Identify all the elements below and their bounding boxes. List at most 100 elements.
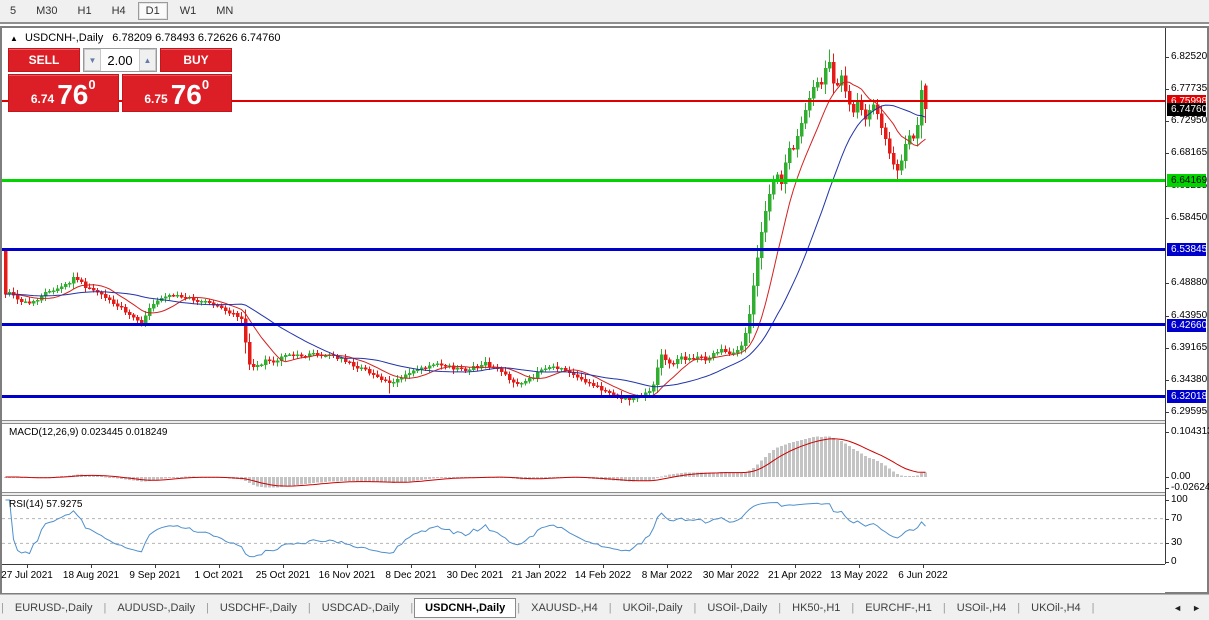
macd-tick-mark bbox=[1166, 488, 1169, 489]
chart-window: 27 Jul 2021 18 Aug 2021 9 Sep 2021 1 Oct 20… bbox=[0, 26, 1209, 594]
date-label: 18 Aug 2021 bbox=[62, 570, 120, 581]
timeframe-w1[interactable]: W1 bbox=[172, 2, 205, 20]
buy-price-big: 76 bbox=[170, 79, 202, 110]
tab-audusd-daily[interactable]: AUDUSD-,Daily bbox=[107, 598, 205, 618]
tab-usdcad-daily[interactable]: USDCAD-,Daily bbox=[312, 598, 410, 618]
collapse-icon[interactable]: ▲ bbox=[10, 34, 18, 43]
price-tick-mark bbox=[1166, 153, 1169, 154]
buy-price-quote[interactable]: 6.75 76 0 bbox=[121, 74, 232, 112]
macd-tick-mark bbox=[1166, 432, 1169, 433]
price-tick-mark bbox=[1166, 348, 1169, 349]
tab-usdcnh-daily[interactable]: USDCNH-,Daily bbox=[414, 597, 517, 618]
date-tick-mark bbox=[539, 565, 540, 568]
price-tick-label: 6.77735 bbox=[1171, 83, 1208, 94]
sell-price-quote[interactable]: 6.74 76 0 bbox=[8, 74, 119, 112]
date-tick-mark bbox=[411, 565, 412, 568]
price-tick-mark bbox=[1166, 412, 1169, 413]
symbol-tabbar: | EURUSD-,Daily | AUDUSD-,Daily | USDCHF-,Dai… bbox=[0, 594, 1209, 620]
tab-xauusd-h4[interactable]: XAUUSD-,H4 bbox=[521, 598, 608, 618]
tab-separator: | bbox=[1091, 601, 1095, 614]
tab-ukoil-daily[interactable]: UKOil-,Daily bbox=[613, 598, 693, 618]
rsi-tick-mark bbox=[1166, 562, 1169, 563]
date-label: 8 Mar 2022 bbox=[641, 570, 693, 581]
time-axis: 27 Jul 2021 18 Aug 2021 9 Sep 2021 1 Oct 20… bbox=[1, 564, 1165, 593]
price-tick-mark bbox=[1166, 89, 1169, 90]
rsi-tick-mark bbox=[1166, 500, 1169, 501]
price-level-tag: 6.64169 bbox=[1167, 174, 1207, 187]
tab-eurusd-daily[interactable]: EURUSD-,Daily bbox=[5, 598, 103, 618]
date-tick-mark bbox=[603, 565, 604, 568]
date-tick-mark bbox=[795, 565, 796, 568]
date-tick-mark bbox=[283, 565, 284, 568]
tab-scroll-right-icon[interactable]: ► bbox=[1192, 603, 1201, 613]
price-level-tag: 6.74760 bbox=[1167, 103, 1207, 116]
price-tick-mark bbox=[1166, 57, 1169, 58]
date-tick-mark bbox=[155, 565, 156, 568]
macd-tick-label: -0.026249 bbox=[1171, 482, 1209, 493]
macd-canvas[interactable] bbox=[2, 424, 1165, 492]
price-tick-mark bbox=[1166, 283, 1169, 284]
date-label: 21 Apr 2022 bbox=[768, 570, 822, 581]
date-label: 16 Nov 2021 bbox=[318, 570, 376, 581]
macd-indicator-label: MACD(12,26,9) 0.023445 0.018249 bbox=[9, 427, 168, 438]
date-label: 21 Jan 2022 bbox=[511, 570, 567, 581]
timeframe-m30[interactable]: M30 bbox=[28, 2, 65, 20]
buy-price-small: 6.75 bbox=[144, 92, 168, 106]
macd-tick-label: 0.00 bbox=[1171, 471, 1191, 482]
price-tick-mark bbox=[1166, 121, 1169, 122]
price-tick-label: 6.29595 bbox=[1171, 406, 1208, 417]
date-label: 13 May 2022 bbox=[830, 570, 888, 581]
timeframe-h4[interactable]: H4 bbox=[104, 2, 134, 20]
sell-price-small: 6.74 bbox=[30, 92, 55, 106]
price-level-tag: 6.42660 bbox=[1167, 319, 1207, 332]
date-tick-mark bbox=[859, 565, 860, 568]
tab-usoil-h4[interactable]: USOil-,H4 bbox=[947, 598, 1017, 618]
tab-hk50-h1[interactable]: HK50-,H1 bbox=[782, 598, 850, 618]
volume-increase-icon[interactable]: ▲ bbox=[139, 49, 156, 71]
price-tick-label: 6.48880 bbox=[1171, 277, 1208, 288]
date-label: 30 Dec 2021 bbox=[446, 570, 504, 581]
tab-scroll-left-icon[interactable]: ◄ bbox=[1173, 603, 1182, 613]
timeframe-toolbar: 5 M30 H1 H4 D1 W1 MN bbox=[0, 0, 1209, 24]
tab-scroll-arrows: ◄ ► bbox=[1173, 603, 1209, 613]
date-label: 27 Jul 2021 bbox=[1, 570, 53, 581]
date-tick-mark bbox=[923, 565, 924, 568]
timeframe-mn[interactable]: MN bbox=[208, 2, 241, 20]
price-level-tag: 6.53845 bbox=[1167, 243, 1207, 256]
buy-button[interactable]: BUY bbox=[160, 48, 232, 72]
rsi-tick-label: 100 bbox=[1171, 494, 1188, 505]
rsi-tick-mark bbox=[1166, 519, 1169, 520]
price-axis: 6.825206.777356.729506.681656.632356.584… bbox=[1165, 28, 1209, 567]
trading-terminal: { "toolbar": { "timeframes": [ {"label":… bbox=[0, 0, 1209, 620]
timeframe-d1[interactable]: D1 bbox=[137, 2, 168, 20]
chart-symbol-label: USDCNH-,Daily bbox=[24, 32, 104, 44]
price-tick-mark bbox=[1166, 316, 1169, 317]
date-tick-mark bbox=[731, 565, 732, 568]
date-label: 9 Sep 2021 bbox=[129, 570, 181, 581]
price-tick-label: 6.68165 bbox=[1171, 147, 1208, 158]
volume-decrease-icon[interactable]: ▼ bbox=[84, 49, 101, 71]
price-level-tag: 6.32018 bbox=[1167, 390, 1207, 403]
rsi-tick-label: 70 bbox=[1171, 513, 1183, 524]
price-tick-label: 6.82520 bbox=[1171, 51, 1208, 62]
tab-eurchf-h1[interactable]: EURCHF-,H1 bbox=[855, 598, 942, 618]
tab-ukoil-h4[interactable]: UKOil-,H4 bbox=[1021, 598, 1091, 618]
volume-value[interactable]: 2.00 bbox=[101, 49, 139, 71]
price-tick-label: 6.34380 bbox=[1171, 374, 1208, 385]
one-click-trade-panel: SELL ▼ 2.00 ▲ BUY 6.74 76 0 6.75 76 0 bbox=[8, 48, 232, 112]
price-tick-mark bbox=[1166, 218, 1169, 219]
tab-usoil-daily[interactable]: USOil-,Daily bbox=[697, 598, 777, 618]
tab-usdchf-daily[interactable]: USDCHF-,Daily bbox=[210, 598, 307, 618]
date-tick-mark bbox=[219, 565, 220, 568]
price-tick-label: 6.39165 bbox=[1171, 342, 1208, 353]
rsi-tick-label: 0 bbox=[1171, 556, 1177, 567]
rsi-tick-mark bbox=[1166, 543, 1169, 544]
rsi-canvas[interactable] bbox=[2, 496, 1165, 564]
date-tick-mark bbox=[667, 565, 668, 568]
timeframe-5[interactable]: 5 bbox=[2, 2, 24, 20]
timeframe-h1[interactable]: H1 bbox=[70, 2, 100, 20]
date-tick-mark bbox=[347, 565, 348, 568]
price-tick-label: 6.72950 bbox=[1171, 115, 1208, 126]
rsi-indicator-label: RSI(14) 57.9275 bbox=[9, 499, 83, 510]
sell-button[interactable]: SELL bbox=[8, 48, 80, 72]
